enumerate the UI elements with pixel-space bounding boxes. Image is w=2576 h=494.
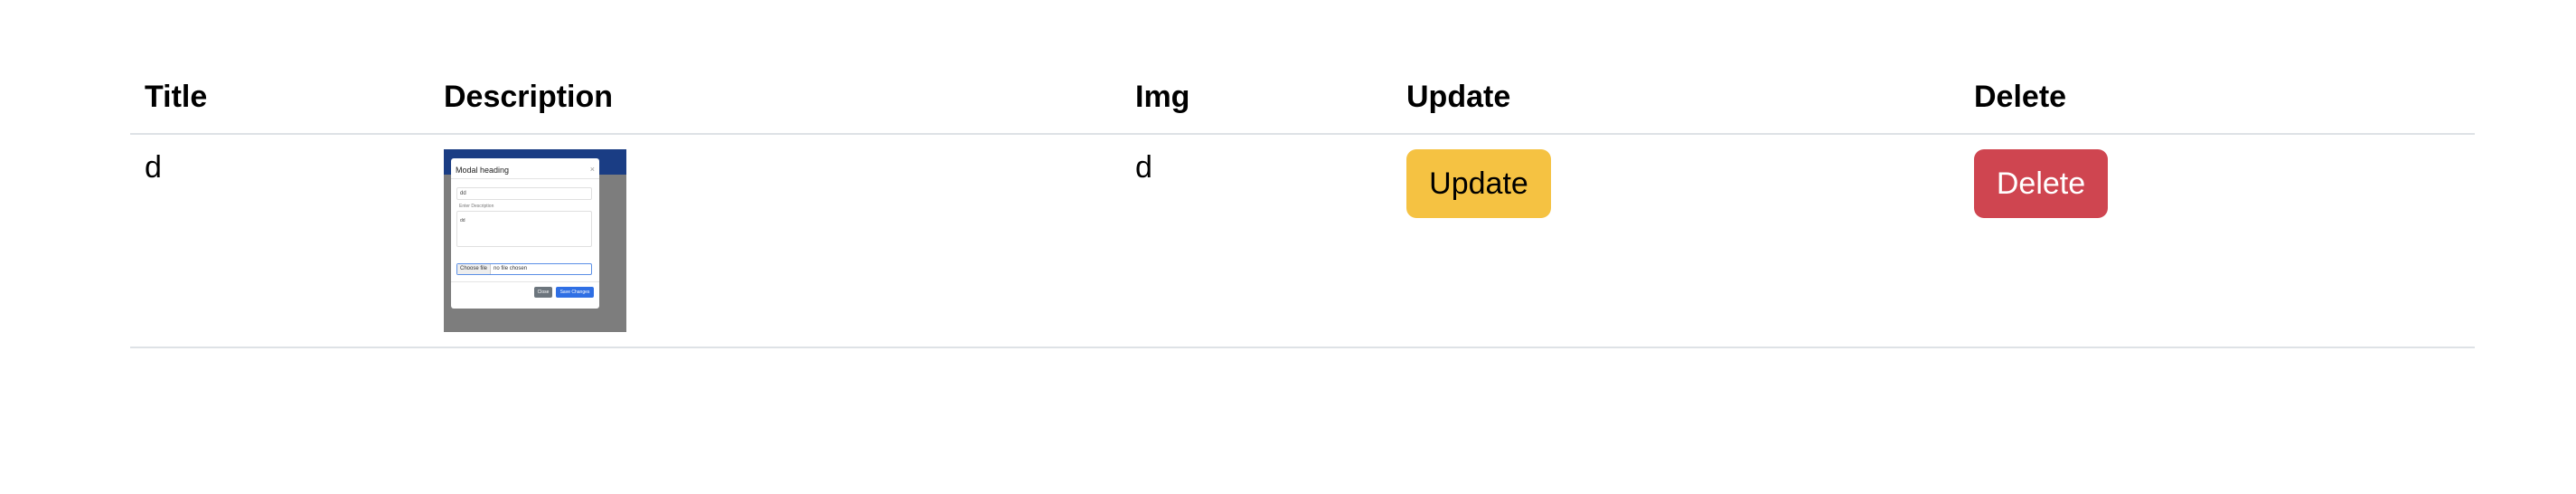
- thumbnail-file-input: Choose file no file chosen: [456, 263, 592, 275]
- cell-delete: Delete: [1960, 134, 2475, 348]
- table-header: Title Description Img Update Delete: [130, 71, 2475, 135]
- thumbnail-modal: Modal heading × dd Enter Description dd …: [451, 158, 599, 309]
- table-row: d Modal heading × dd Enter Description d…: [130, 134, 2475, 348]
- thumbnail-textarea-label: Enter Description: [459, 204, 494, 209]
- thumbnail-textarea-value: dd: [460, 218, 465, 223]
- column-header-img: Img: [1121, 71, 1392, 135]
- img-value: d: [1135, 150, 1152, 185]
- thumbnail-divider: [451, 178, 599, 179]
- column-header-delete: Delete: [1960, 71, 2475, 135]
- header-row: Title Description Img Update Delete: [130, 71, 2475, 135]
- page: Title Description Img Update Delete d Mo…: [0, 0, 2576, 494]
- cell-update: Update: [1392, 134, 1960, 348]
- delete-button[interactable]: Delete: [1974, 149, 2108, 218]
- column-header-description: Description: [429, 71, 1121, 135]
- thumbnail-modal-heading: Modal heading: [456, 166, 510, 175]
- thumbnail-close-button: Close: [534, 287, 552, 298]
- description-image: Modal heading × dd Enter Description dd …: [444, 149, 626, 332]
- data-table: Title Description Img Update Delete d Mo…: [130, 71, 2475, 348]
- cell-title: d: [130, 134, 429, 348]
- close-icon: ×: [589, 165, 595, 174]
- cell-img: d: [1121, 134, 1392, 348]
- thumbnail-file-status: no file chosen: [494, 266, 528, 271]
- thumbnail-textarea: dd: [456, 211, 592, 247]
- cell-description: Modal heading × dd Enter Description dd …: [429, 134, 1121, 348]
- column-header-title: Title: [130, 71, 429, 135]
- update-button[interactable]: Update: [1406, 149, 1551, 218]
- column-header-update: Update: [1392, 71, 1960, 135]
- thumbnail-input: dd: [456, 187, 592, 200]
- thumbnail-choose-file: Choose file: [457, 264, 492, 274]
- title-value: d: [145, 150, 162, 185]
- thumbnail-save-button: Save Changes: [556, 287, 594, 298]
- table-body: d Modal heading × dd Enter Description d…: [130, 134, 2475, 348]
- thumbnail-footer-divider: [451, 281, 599, 282]
